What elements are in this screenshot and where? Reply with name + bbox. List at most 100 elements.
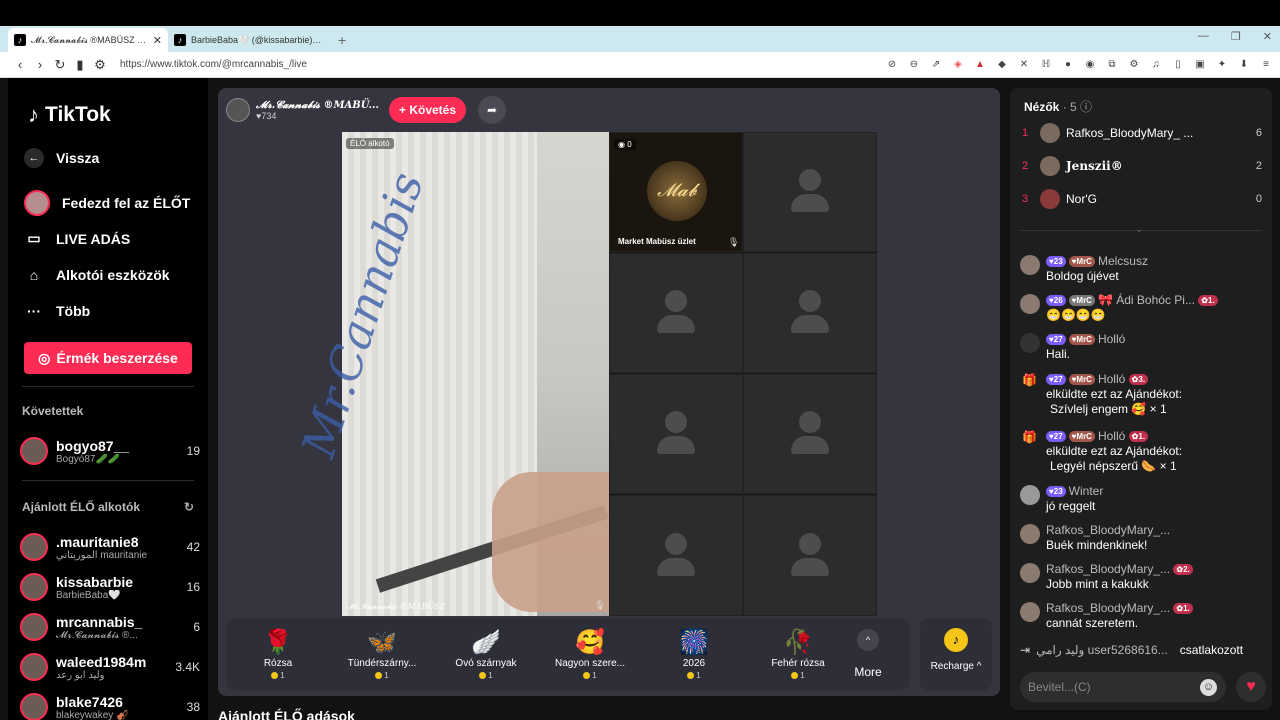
leo-icon[interactable]: ✦ [1216, 59, 1228, 71]
join-icon: ⇥ [1020, 643, 1031, 657]
nav-creator-tools[interactable]: ⌂ Alkotói eszközök [24, 267, 170, 283]
minimize-icon[interactable]: — [1198, 30, 1209, 43]
zoom-icon[interactable]: ⊖ [908, 59, 920, 71]
gift-item[interactable]: 🎆 2026 1 [642, 628, 746, 680]
viewer-name: Rafkos_BloodyMary_ ... [1066, 126, 1194, 140]
bookmark-icon[interactable]: ▮ [70, 57, 90, 73]
chat-input[interactable]: Bevitel...(C) [1020, 672, 1226, 702]
extension-icon[interactable]: ◉ [1084, 59, 1096, 71]
tiktok-note-icon: ♪ [28, 102, 39, 127]
close-icon[interactable]: ✕ [153, 34, 162, 47]
extension-icon[interactable]: ⚙ [1128, 59, 1140, 71]
following-account[interactable]: bogyo87__ Bogyó87🥒🥒 19 [20, 433, 200, 469]
recommended-account[interactable]: waleed1984m وليد ابو رعد 3.4K [20, 649, 200, 685]
music-icon[interactable]: ♫ [1150, 59, 1162, 71]
gift-item[interactable]: 🦋 Tündérszárny... 1 [330, 628, 434, 680]
heart-icon[interactable]: ♥ [1236, 672, 1266, 702]
menu-icon[interactable]: ≡ [1260, 59, 1272, 71]
nav-explore-live[interactable]: Fedezd fel az ÉLŐT [24, 190, 190, 216]
wallet-icon[interactable]: ▣ [1194, 59, 1206, 71]
translate-icon[interactable]: ⊘ [886, 59, 898, 71]
recommended-account[interactable]: .mauritanie8 الموريتاني mauritanie 42 [20, 529, 200, 565]
host-name: 𝓜𝓻.𝓒𝓪𝓷𝓷𝓪𝓫𝓲𝓼 ®MABÜ... [256, 99, 379, 111]
follow-button[interactable]: + Követés [388, 97, 467, 123]
gift-item[interactable]: 🪽 Óvó szárnyak 1 [434, 628, 538, 680]
url-field[interactable]: https://www.tiktok.com/@mrcannabis_/live [120, 59, 886, 70]
extension-icon[interactable]: ◆ [996, 59, 1008, 71]
recommended-account[interactable]: mrcannabis_ 𝓜𝓻.𝓒𝓪𝓷𝓷𝓪𝓫𝓲𝓼 ®... 6 [20, 609, 200, 645]
market-logo: 𝓜𝓪𝓫 [647, 161, 707, 221]
top-viewer[interactable]: 2 Jenszii® 2 [1022, 153, 1262, 179]
chat-meta: ♥27 ♥MrC Holló ✿1. [1046, 428, 1151, 444]
reload-icon[interactable]: ↻ [50, 57, 70, 73]
restore-icon[interactable]: ❐ [1231, 30, 1241, 43]
main-video-feed[interactable]: Mr.Cannabis ÉLŐ alkotó 𝓜𝓻.𝓒𝓪𝓷𝓷𝓪𝓫𝓲𝓼 ®MABÜ… [291, 132, 609, 616]
nav-live-broadcast[interactable]: ▭ LIVE ADÁS [24, 230, 130, 247]
new-tab-icon[interactable]: + [338, 32, 346, 48]
browser-tab[interactable]: ♪ BarbieBaba🤍 (@kissabarbie) ÉL [168, 28, 328, 52]
top-viewer[interactable]: 1 Rafkos_BloodyMary_ ... 6 [1022, 120, 1262, 146]
back-arrow-icon[interactable]: ‹ [10, 57, 30, 72]
download-icon[interactable]: ⬇ [1238, 59, 1250, 71]
empty-guest-slot[interactable] [743, 374, 877, 494]
empty-guest-slot[interactable] [743, 253, 877, 373]
account-name: .mauritanie8 [56, 533, 139, 550]
tiktok-logo[interactable]: ♪ TikTok [28, 102, 111, 128]
joined-text: csatlakozott [1179, 643, 1244, 657]
empty-guest-slot[interactable] [609, 253, 743, 373]
chat-user: Rafkos_BloodyMary_... [1046, 562, 1171, 576]
empty-guest-slot[interactable] [743, 132, 877, 252]
logo-text: TikTok [45, 103, 111, 126]
gift-item[interactable]: 🥰 Nagyon szere... 1 [538, 628, 642, 680]
nav-label: Alkotói eszközök [56, 267, 170, 283]
refresh-icon[interactable]: ↻ [184, 500, 194, 514]
recommended-account[interactable]: blake7426 blakeywakey 🎻 38 [20, 689, 200, 720]
forward-arrow-icon[interactable]: › [30, 57, 50, 72]
chat-text: jó reggelt [1046, 499, 1096, 513]
close-window-icon[interactable]: ✕ [1263, 30, 1272, 43]
empty-guest-slot[interactable] [609, 495, 743, 616]
rank-badge: ✿1. [1173, 603, 1193, 615]
chat-user: Winter [1068, 484, 1104, 498]
extension-icon[interactable]: ✕ [1018, 59, 1030, 71]
more-gifts-button[interactable]: ^ More [850, 629, 886, 679]
empty-guest-slot[interactable] [609, 374, 743, 494]
browser-tab-active[interactable]: ♪ 𝓜𝓻.𝓒𝓪𝓷𝓷𝓪𝓫𝓲𝓼 ®MABÜSZ (@ ✕ [8, 28, 168, 52]
guest-cell-market[interactable]: ◉ 0 𝓜𝓪𝓫 Market Mabüsz üzlet 🎙 [609, 132, 743, 252]
sidebar-icon[interactable]: ▯ [1172, 59, 1184, 71]
share-icon[interactable]: ⇗ [930, 59, 942, 71]
extensions-puzzle-icon[interactable]: ⧉ [1106, 59, 1118, 71]
viewer-rank: 3 [1022, 193, 1029, 205]
extension-icon[interactable]: ℍ [1040, 59, 1052, 71]
site-info-icon[interactable]: ⚙ [90, 57, 110, 73]
share-icon[interactable]: ➦ [478, 96, 507, 124]
club-badge: ♥MrC [1068, 334, 1095, 346]
avatar [20, 653, 48, 681]
recharge-button[interactable]: ♪ Recharge ^ [920, 618, 992, 690]
chat-user: Melcsusz [1097, 254, 1148, 268]
coin-icon [583, 672, 591, 680]
host-avatar[interactable] [226, 98, 250, 122]
brave-shield-icon[interactable]: ◈ [952, 59, 964, 71]
join-notice: ⇥ وليد رامي user5268616... csatlakozott [1020, 643, 1265, 657]
video-grid[interactable]: Mr.Cannabis ÉLŐ alkotó 𝓜𝓻.𝓒𝓪𝓷𝓷𝓪𝓫𝓲𝓼 ®MABÜ… [291, 132, 877, 616]
recommended-account[interactable]: kissabarbie BarbieBaba🤍 16 [20, 569, 200, 605]
chat-meta: Rafkos_BloodyMary_... ✿2. [1046, 561, 1196, 577]
emoji-icon[interactable]: ☺ [1200, 679, 1217, 696]
extension-icon[interactable]: ● [1062, 59, 1074, 71]
rank-badge: ✿1. [1128, 431, 1149, 443]
gift-item[interactable]: 🥀 Fehér rózsa 1 [746, 628, 850, 680]
club-badge: ♥MrC [1068, 295, 1095, 307]
host-info[interactable]: 𝓜𝓻.𝓒𝓪𝓷𝓷𝓪𝓫𝓲𝓼 ®MABÜ... ♥734 [256, 100, 379, 121]
nav-more[interactable]: ··· Több [24, 303, 90, 319]
get-coins-button[interactable]: ◎ Érmék beszerzése [24, 342, 192, 374]
top-viewer[interactable]: 3 Nor'G 0 [1022, 186, 1262, 212]
info-icon[interactable]: ⓘ [1080, 100, 1092, 114]
chevron-down-icon[interactable]: ⌄ [1135, 224, 1143, 235]
account-subname: blakeywakey 🎻 [56, 709, 129, 720]
back-link[interactable]: ← Vissza [24, 148, 99, 168]
gift-item[interactable]: 🌹 Rózsa 1 [226, 628, 330, 680]
empty-guest-slot[interactable] [743, 495, 877, 616]
brave-rewards-icon[interactable]: ▲ [974, 59, 986, 71]
avatar [20, 613, 48, 641]
